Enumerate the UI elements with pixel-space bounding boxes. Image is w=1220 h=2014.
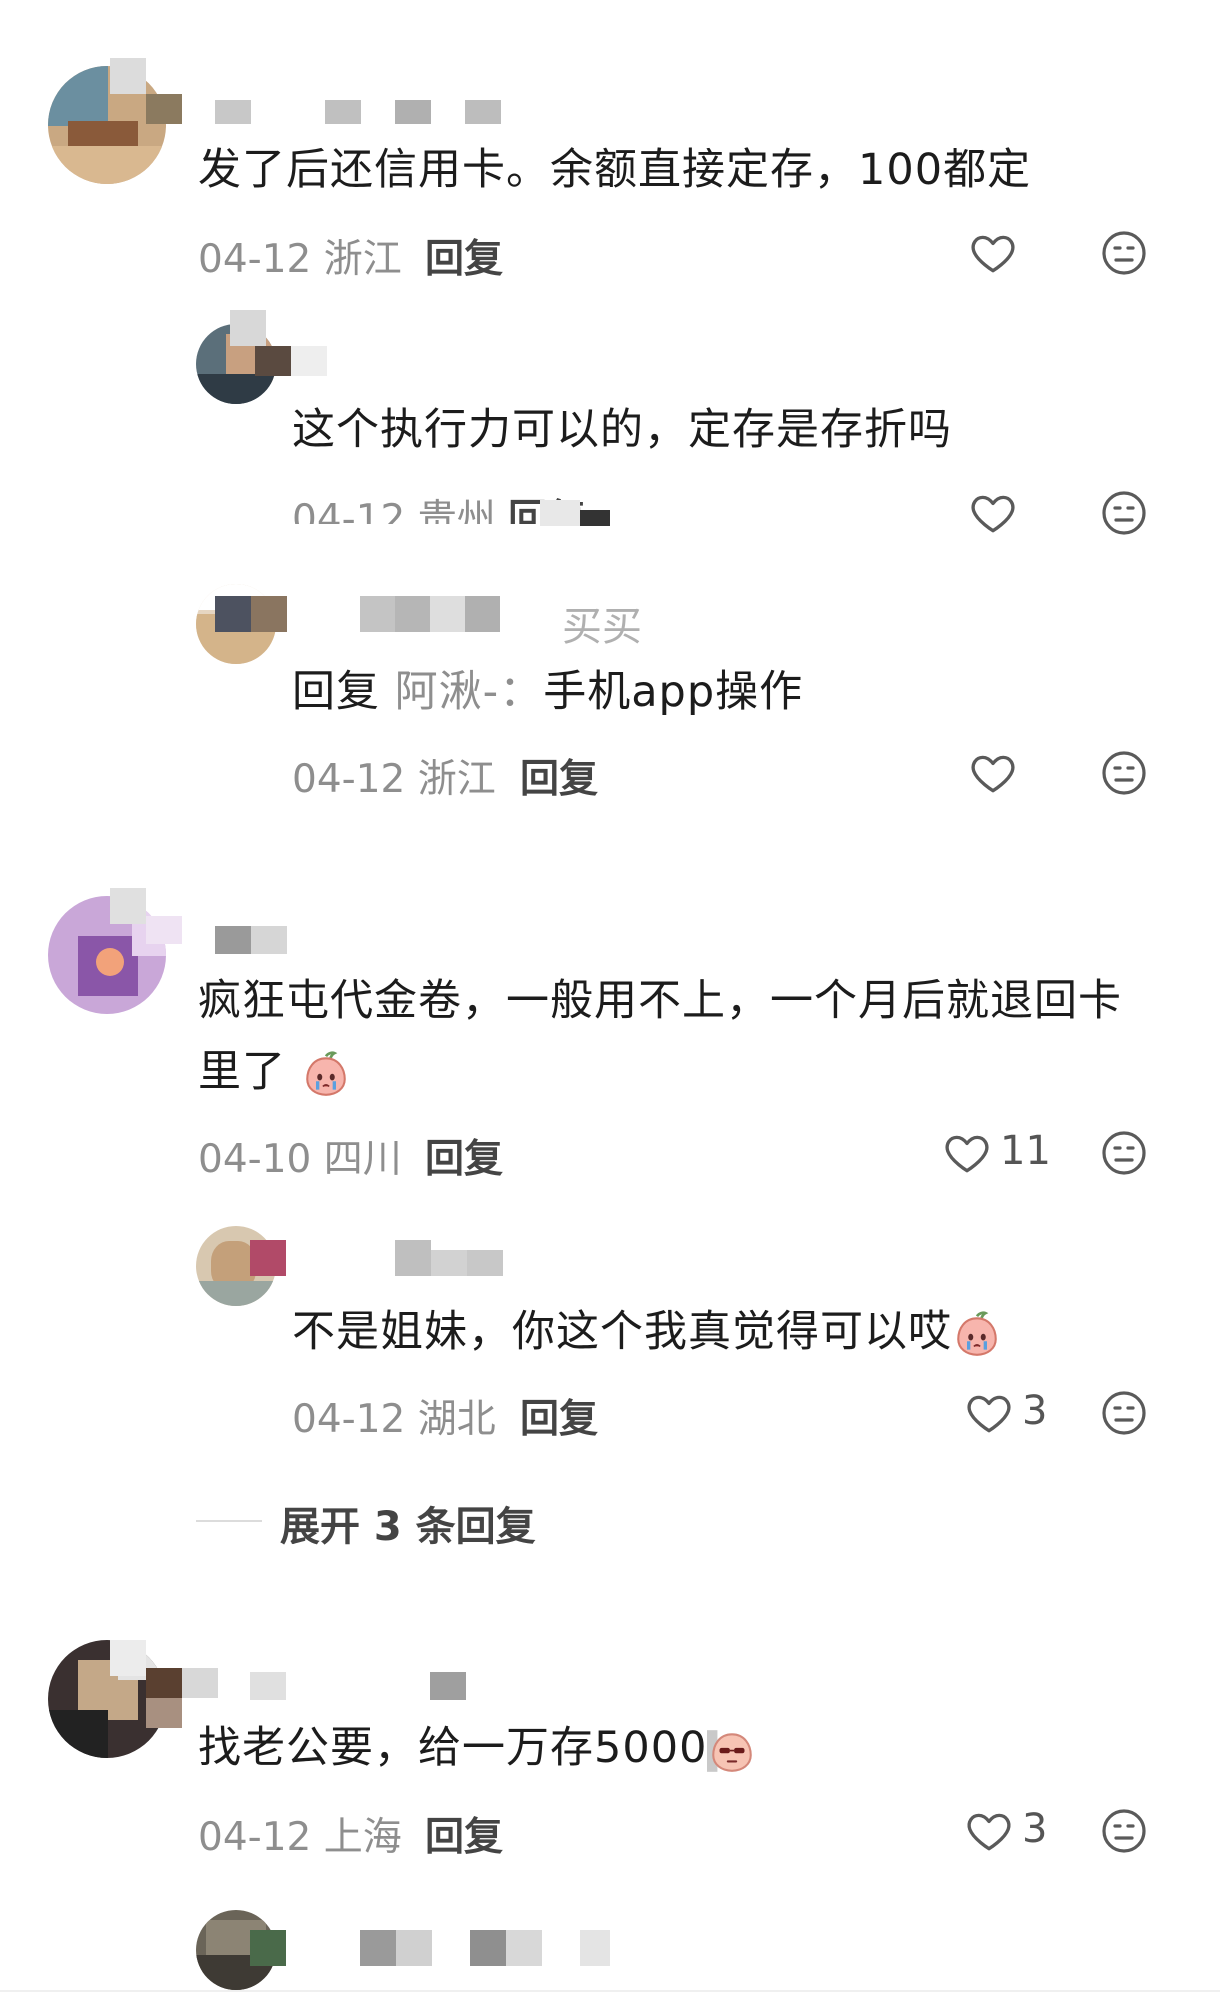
comment-location: 浙江	[417, 757, 496, 802]
neutral-face-icon[interactable]	[1100, 749, 1148, 797]
comment-date: 04-12	[198, 1815, 312, 1860]
author-tag: 买买	[562, 604, 642, 650]
comment-meta: 04-12 上海	[198, 1806, 402, 1862]
crying-peach-emoji-icon	[957, 1310, 997, 1356]
comment-meta: 04-12 浙江	[198, 228, 402, 284]
heart-outline-icon[interactable]	[966, 488, 1020, 538]
username-redacted[interactable]	[110, 1640, 490, 1730]
neutral-face-icon[interactable]	[1100, 489, 1148, 537]
reply-button[interactable]: 回复	[520, 1388, 598, 1444]
bottom-divider	[0, 1990, 1220, 1992]
username-redacted[interactable]	[230, 310, 340, 380]
comment-date: 04-12	[292, 757, 406, 802]
neutral-face-icon[interactable]	[1100, 1389, 1148, 1437]
reply-button[interactable]: 回复	[425, 1128, 503, 1184]
comment-location: 贵州	[417, 497, 496, 524]
comment-date: 04-12	[292, 1397, 406, 1442]
username-redacted[interactable]	[250, 1240, 530, 1290]
redaction	[580, 510, 610, 526]
comment-date: 04-10	[198, 1137, 312, 1182]
reply-button[interactable]: 回复	[425, 1806, 503, 1862]
expand-divider	[196, 1520, 262, 1522]
expand-replies-button[interactable]: 展开 3 条回复	[280, 1494, 536, 1552]
comment-meta: 04-12 湖北	[292, 1388, 496, 1444]
neutral-face-icon[interactable]	[1100, 1129, 1148, 1177]
heart-outline-icon[interactable]	[962, 1806, 1016, 1856]
heart-outline-icon[interactable]	[966, 228, 1020, 278]
redaction	[540, 500, 580, 526]
comment-date: 04-12	[292, 497, 406, 524]
comment-text: 回复 阿湫-：手机app操作	[292, 664, 803, 720]
reply-button[interactable]: 回复	[425, 228, 503, 284]
comment-text: 里了	[198, 1044, 351, 1100]
heart-outline-icon[interactable]	[966, 748, 1020, 798]
comment-meta: 04-12 浙江	[292, 748, 496, 804]
comment-location: 浙江	[323, 237, 402, 282]
neutral-face-icon[interactable]	[1100, 229, 1148, 277]
reply-to-user[interactable]: 阿湫-：	[395, 667, 544, 717]
sunglasses-peach-emoji-icon	[707, 1729, 753, 1772]
crying-peach-emoji-icon	[305, 1050, 346, 1096]
reply-prefix: 回复	[292, 667, 380, 717]
comment-text: 这个执行力可以的，定存是存折吗	[292, 405, 952, 455]
like-count: 11	[1000, 1128, 1051, 1174]
comment-text: 不是姐妹，你这个我真觉得可以哎	[292, 1304, 1002, 1360]
heart-outline-icon[interactable]	[940, 1128, 994, 1178]
comment-text: 发了后还信用卡。余额直接定存，100都定	[198, 145, 1032, 195]
comment-date: 04-12	[198, 237, 312, 282]
comment-text: 疯狂屯代金卷，一般用不上，一个月后就退回卡	[198, 976, 1122, 1026]
comment-location: 湖北	[417, 1397, 496, 1442]
comment-location: 上海	[323, 1815, 402, 1860]
username-redacted[interactable]	[215, 596, 515, 636]
username-redacted[interactable]	[110, 888, 310, 958]
comment-meta: 04-10 四川	[198, 1128, 402, 1184]
like-count: 3	[1022, 1388, 1048, 1434]
reply-body: 手机app操作	[543, 667, 804, 717]
username-redacted[interactable]	[110, 58, 510, 128]
username-redacted[interactable]	[250, 1930, 630, 1970]
comment-text: 找老公要，给一万存5000	[198, 1720, 757, 1776]
neutral-face-icon[interactable]	[1100, 1807, 1148, 1855]
like-count: 3	[1022, 1806, 1048, 1852]
heart-outline-icon[interactable]	[962, 1388, 1016, 1438]
reply-button[interactable]: 回复	[520, 748, 598, 804]
comment-location: 四川	[323, 1137, 402, 1182]
